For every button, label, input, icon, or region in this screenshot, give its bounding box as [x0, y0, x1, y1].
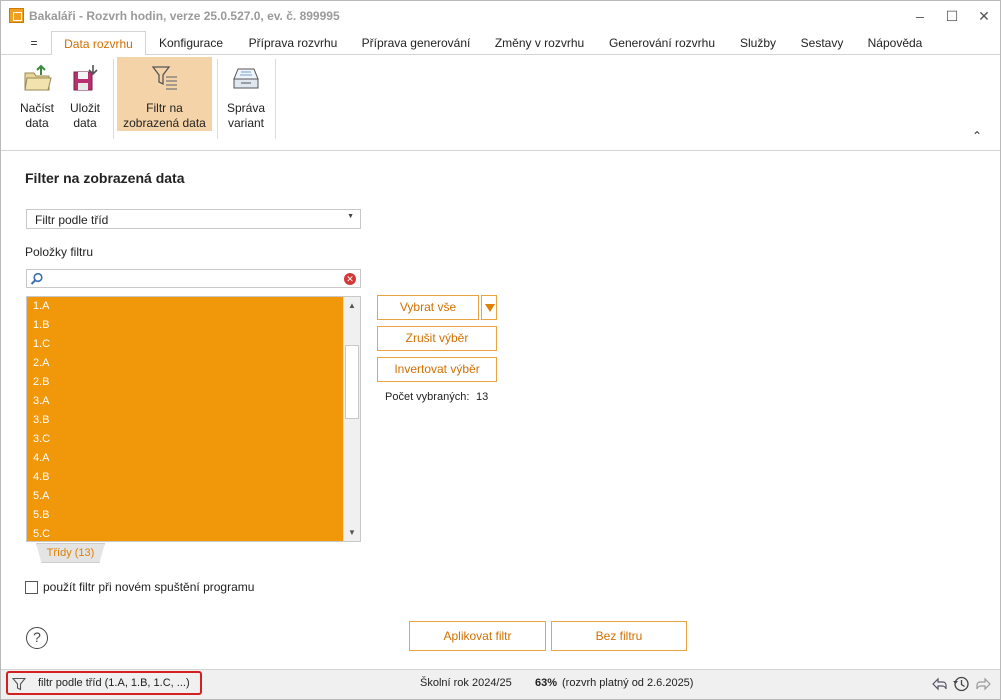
list-item[interactable]: 2.B: [27, 373, 344, 392]
tab-zmeny-v-rozvrhu[interactable]: Změny v rozvrhu: [487, 31, 592, 55]
scroll-up-icon[interactable]: ▲: [344, 297, 360, 314]
tab-sestavy[interactable]: Sestavy: [793, 31, 851, 55]
tab-sluzby[interactable]: Služby: [732, 31, 784, 55]
status-filter-text: filtr podle tříd (1.A, 1.B, 1.C, ...): [38, 677, 190, 689]
filter-icon: [12, 677, 26, 691]
use-filter-on-start-checkbox[interactable]: [25, 580, 38, 594]
schedule-valid-from: (rozvrh platný od 2.6.2025): [562, 677, 694, 689]
load-data-button[interactable]: Načíst data: [15, 57, 59, 131]
filter-data-button[interactable]: Filtr na zobrazená data: [117, 57, 212, 131]
ribbon: Načíst data Uložit data Filtr na zobrazená …: [1, 55, 1000, 151]
scroll-thumb[interactable]: [345, 345, 359, 419]
load-data-label: Načíst data: [19, 101, 54, 130]
list-item[interactable]: 4.B: [27, 468, 344, 487]
window-title: Bakaláři - Rozvrh hodin, verze 25.0.527.…: [29, 9, 340, 23]
save-data-label: Uložit data: [69, 101, 100, 130]
selected-count-value: 13: [476, 391, 489, 403]
chevron-down-icon: ▼: [347, 213, 354, 220]
no-filter-button[interactable]: Bez filtru: [551, 621, 687, 651]
clear-selection-button[interactable]: Zrušit výběr: [377, 326, 497, 351]
menu-bar: = Data rozvrhu Konfigurace Příprava rozv…: [1, 31, 1000, 56]
page-title: Filter na zobrazená data: [25, 170, 185, 186]
save-data-button[interactable]: Uložit data: [63, 57, 107, 131]
scroll-down-icon[interactable]: ▼: [344, 524, 360, 541]
tab-konfigurace[interactable]: Konfigurace: [150, 31, 232, 55]
filter-funnel-icon: [151, 66, 177, 90]
list-item[interactable]: 1.B: [27, 316, 344, 335]
variants-tray-icon: [233, 68, 259, 89]
use-filter-on-start-label: použít filtr při novém spuštění programu: [43, 580, 255, 594]
selected-count-label: Počet vybraných:: [385, 391, 470, 403]
list-item[interactable]: 4.A: [27, 449, 344, 468]
filter-data-label: Filtr na zobrazená data: [123, 101, 206, 130]
ribbon-separator: [217, 59, 218, 139]
filter-items-list[interactable]: 1.A 1.B 1.C 2.A 2.B 3.A 3.B 3.C 4.A 4.B …: [26, 296, 361, 542]
save-disk-icon: [73, 65, 98, 91]
list-scrollbar[interactable]: ▲ ▼: [343, 297, 360, 541]
history-icon[interactable]: [952, 675, 970, 693]
minimize-button[interactable]: –: [903, 4, 937, 28]
list-item[interactable]: 2.A: [27, 354, 344, 373]
app-window: Bakaláři - Rozvrh hodin, verze 25.0.527.…: [0, 0, 1001, 700]
tab-generovani-rozvrhu[interactable]: Generování rozvrhu: [601, 31, 723, 55]
title-bar: Bakaláři - Rozvrh hodin, verze 25.0.527.…: [1, 1, 1000, 31]
help-icon[interactable]: ?: [26, 627, 48, 649]
app-logo-icon: [9, 8, 24, 23]
list-item[interactable]: 5.A: [27, 487, 344, 506]
status-filter-indicator[interactable]: filtr podle tříd (1.A, 1.B, 1.C, ...): [6, 671, 202, 695]
filter-search-input[interactable]: ✕: [26, 269, 361, 288]
hamburger-menu-button[interactable]: =: [23, 31, 45, 55]
tab-priprava-generovani[interactable]: Příprava generování: [354, 31, 478, 55]
list-item[interactable]: 5.C: [27, 525, 344, 541]
close-button[interactable]: ✕: [967, 4, 1001, 28]
select-all-dropdown-icon[interactable]: [481, 295, 497, 320]
invert-selection-button[interactable]: Invertovat výběr: [377, 357, 497, 382]
search-icon: [30, 272, 43, 285]
apply-filter-button[interactable]: Aplikovat filtr: [409, 621, 546, 651]
undo-icon[interactable]: [930, 675, 948, 693]
ribbon-separator: [275, 59, 276, 139]
tab-priprava-rozvrhu[interactable]: Příprava rozvrhu: [241, 31, 345, 55]
manage-variants-label: Správa variant: [226, 101, 266, 130]
manage-variants-button[interactable]: Správa variant: [223, 57, 269, 131]
filter-type-dropdown[interactable]: Filtr podle tříd ▼: [26, 209, 361, 229]
clear-search-icon[interactable]: ✕: [344, 273, 356, 285]
tab-data-rozvrhu[interactable]: Data rozvrhu: [51, 31, 146, 56]
folder-open-icon: [24, 64, 52, 91]
filter-type-value: Filtr podle tříd: [35, 213, 109, 227]
completion-percent: 63%: [535, 677, 558, 689]
list-item[interactable]: 3.C: [27, 430, 344, 449]
list-item[interactable]: 3.B: [27, 411, 344, 430]
list-item[interactable]: 5.B: [27, 506, 344, 525]
list-tab-classes[interactable]: Třídy (13): [36, 543, 105, 563]
ribbon-separator: [113, 59, 114, 139]
list-item[interactable]: 3.A: [27, 392, 344, 411]
filter-items-label: Položky filtru: [25, 245, 94, 259]
status-bar: filtr podle tříd (1.A, 1.B, 1.C, ...) Šk…: [1, 669, 1000, 699]
list-item[interactable]: 1.A: [27, 297, 344, 316]
school-year: Školní rok 2024/25: [420, 677, 512, 689]
redo-icon[interactable]: [975, 675, 993, 693]
select-all-button[interactable]: Vybrat vše: [377, 295, 479, 320]
use-filter-on-start-row[interactable]: použít filtr při novém spuštění programu: [25, 580, 254, 594]
list-item[interactable]: 1.C: [27, 335, 344, 354]
maximize-button[interactable]: ☐: [935, 4, 969, 28]
tab-napoveda[interactable]: Nápověda: [860, 31, 930, 55]
collapse-ribbon-icon[interactable]: ⌃: [972, 129, 982, 143]
